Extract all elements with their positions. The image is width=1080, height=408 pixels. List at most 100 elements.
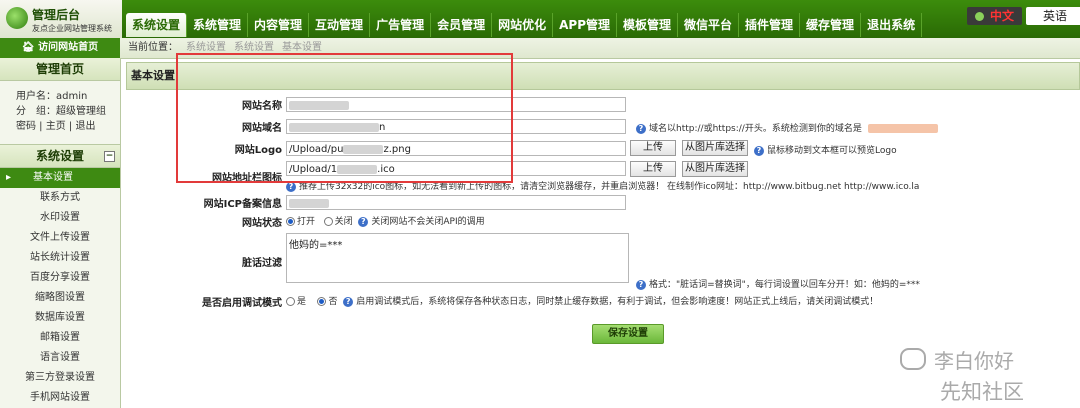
main-nav: 系统设置 系统管理 内容管理 互动管理 广告管理 会员管理 网站优化 APP管理… (126, 13, 923, 38)
user-info: 用户名：admin 分 组：超级管理组 密码 | 主页 | 退出 (0, 81, 120, 140)
nav-interaction-manage[interactable]: 互动管理 (309, 13, 371, 37)
status-hint-text: 关闭网站不会关闭API的调用 (371, 217, 485, 227)
sidebar-item-baidu-share[interactable]: 百度分享设置 (0, 268, 120, 288)
sidebar-item-stats[interactable]: 站长统计设置 (0, 248, 120, 268)
lang-english-button[interactable]: 英语 (1026, 7, 1080, 25)
sidebar-item-email[interactable]: 邮箱设置 (0, 328, 120, 348)
sub-header: 🏠︎ 访问网站首页 当前位置： 系统设置 系统设置 基本设置 (0, 38, 1080, 59)
logo-hint-text: 鼠标移动到文本框可以预览Logo (767, 146, 897, 156)
homepage-link[interactable]: 主页 (46, 121, 66, 132)
sidebar-item-database[interactable]: 数据库设置 (0, 308, 120, 328)
watermark-line1-text: 李白你好 (934, 349, 1014, 373)
check-icon (974, 12, 984, 21)
username-line: 用户名：admin (16, 91, 88, 102)
sidebar-item-third-party-login[interactable]: 第三方登录设置 (0, 368, 120, 388)
logo-hint: ? 鼠标移动到文本框可以预览Logo (754, 143, 897, 156)
help-icon: ? (286, 181, 296, 192)
logout-link[interactable]: 退出 (75, 121, 95, 132)
status-open-label: 打开 (297, 217, 316, 227)
wechat-icon (900, 348, 926, 370)
word-filter-hint-text: 格式："脏话词=替换词"，每行词设置以回车分开！如：他妈的=*** (649, 280, 920, 290)
sidebar-item-upload[interactable]: 文件上传设置 (0, 228, 120, 248)
debug-no-label: 否 (328, 297, 338, 307)
debug-mode-label: 是否启用调试模式 (202, 298, 282, 309)
favicon-upload-button[interactable]: 上传 (630, 161, 676, 177)
logo-title: 管理后台 (32, 8, 81, 22)
favicon-hint-text: 推荐上传32x32的ico图标，如无法看到新上传的图标，请清空浏览器缓存，并重启… (299, 182, 920, 192)
nav-logout[interactable]: 退出系统 (861, 13, 923, 37)
breadcrumb-item[interactable]: 系统设置 (186, 42, 226, 53)
debug-no-radio[interactable] (317, 297, 327, 306)
password-link[interactable]: 密码 (16, 121, 36, 132)
logo: 管理后台 友点企业网站管理系统 (0, 0, 122, 38)
word-filter-hint: ? 格式："脏话词=替换词"，每行词设置以回车分开！如：他妈的=*** (636, 277, 920, 290)
help-icon: ? (636, 123, 646, 134)
breadcrumb-item[interactable]: 系统设置 (234, 42, 274, 53)
status-close-radio[interactable] (323, 217, 333, 226)
sidebar-item-contact[interactable]: 联系方式 (0, 188, 120, 208)
debug-yes-label: 是 (297, 297, 307, 307)
caret-right-icon: ▸ (6, 172, 12, 183)
debug-yes-radio[interactable] (286, 297, 295, 306)
icp-label: 网站ICP备案信息 (203, 199, 282, 210)
highlight-box (176, 53, 513, 183)
word-filter-textarea[interactable]: 他妈的=*** (286, 233, 629, 283)
status-close-label: 关闭 (334, 217, 353, 227)
debug-mode-options: 是 否 ? 启用调试模式后，系统将保存各种状态日志，同时禁止缓存数据，有利于调试，… (286, 294, 878, 307)
nav-ad-manage[interactable]: 广告管理 (370, 13, 432, 37)
sidebar-section-header[interactable]: 系统设置 − (0, 144, 120, 168)
sidebar-item-thumbnail[interactable]: 缩略图设置 (0, 288, 120, 308)
site-domain-hint-text: 域名以http://或https://开头。系统检测到你的域名是 (649, 124, 862, 134)
sidebar-item-basic-settings[interactable]: ▸ 基本设置 (0, 168, 120, 188)
logo-library-button[interactable]: 从图片库选择 (682, 140, 748, 156)
site-status-label: 网站状态 (242, 218, 282, 229)
visit-home-link[interactable]: 🏠︎ 访问网站首页 (0, 38, 120, 58)
debug-hint-text: 启用调试模式后，系统将保存各种状态日志，同时禁止缓存数据，有利于调试，但会影响速… (356, 297, 879, 307)
nav-wechat-platform[interactable]: 微信平台 (678, 13, 740, 37)
nav-template-manage[interactable]: 模板管理 (617, 13, 679, 37)
nav-plugin-manage[interactable]: 插件管理 (739, 13, 801, 37)
collapse-icon[interactable]: − (104, 151, 115, 162)
top-header: 管理后台 友点企业网站管理系统 系统设置 系统管理 内容管理 互动管理 广告管理… (0, 0, 1080, 38)
icp-input[interactable] (286, 195, 626, 210)
nav-cache-manage[interactable]: 缓存管理 (800, 13, 862, 37)
user-links: 密码 | 主页 | 退出 (16, 121, 96, 132)
site-status-options: 打开 关闭 ? 关闭网站不会关闭API的调用 (286, 214, 485, 227)
nav-content-manage[interactable]: 内容管理 (248, 13, 310, 37)
nav-system-manage[interactable]: 系统管理 (187, 13, 249, 37)
nav-system-settings[interactable]: 系统设置 (126, 13, 188, 37)
sidebar-item-label: 基本设置 (33, 172, 74, 183)
breadcrumb-item: 基本设置 (282, 42, 322, 53)
breadcrumb-label: 当前位置： (128, 42, 178, 53)
logo-upload-button[interactable]: 上传 (630, 140, 676, 156)
sidebar-item-mobile-site[interactable]: 手机网站设置 (0, 388, 120, 408)
help-icon: ? (343, 296, 354, 307)
redacted-text (867, 124, 938, 133)
status-open-radio[interactable] (286, 217, 295, 226)
language-switcher: 中文 英语 (967, 7, 1080, 25)
nav-member-manage[interactable]: 会员管理 (431, 13, 493, 37)
sidebar-item-language[interactable]: 语言设置 (0, 348, 120, 368)
nav-seo[interactable]: 网站优化 (492, 13, 554, 37)
sidebar-item-watermark[interactable]: 水印设置 (0, 208, 120, 228)
group-line: 分 组：超级管理组 (16, 106, 106, 117)
watermark: 李白你好 先知社区 (900, 345, 1080, 408)
visit-home-label: 访问网站首页 (38, 42, 99, 53)
logo-subtitle: 友点企业网站管理系统 (32, 24, 112, 33)
save-settings-button[interactable]: 保存设置 (592, 324, 664, 344)
lang-chinese-label: 中文 (989, 9, 1014, 23)
sidebar-section-title: 系统设置 (35, 149, 84, 163)
watermark-line2: 先知社区 (940, 380, 1024, 404)
help-icon: ? (358, 216, 369, 227)
sidebar-home-title: 管理首页 (0, 58, 120, 81)
site-domain-hint: ? 域名以http://或https://开头。系统检测到你的域名是 (636, 121, 938, 134)
sidebar: 管理首页 用户名：admin 分 组：超级管理组 密码 | 主页 | 退出 系统… (0, 58, 121, 408)
nav-app-manage[interactable]: APP管理 (553, 13, 617, 37)
watermark-line1: 李白你好 (900, 345, 1014, 374)
lang-chinese-button[interactable]: 中文 (967, 7, 1022, 25)
word-filter-label: 脏话过滤 (242, 258, 282, 269)
favicon-library-button[interactable]: 从图片库选择 (682, 161, 748, 177)
help-icon: ? (636, 279, 646, 290)
redacted-text (289, 198, 329, 208)
help-icon: ? (754, 145, 764, 156)
